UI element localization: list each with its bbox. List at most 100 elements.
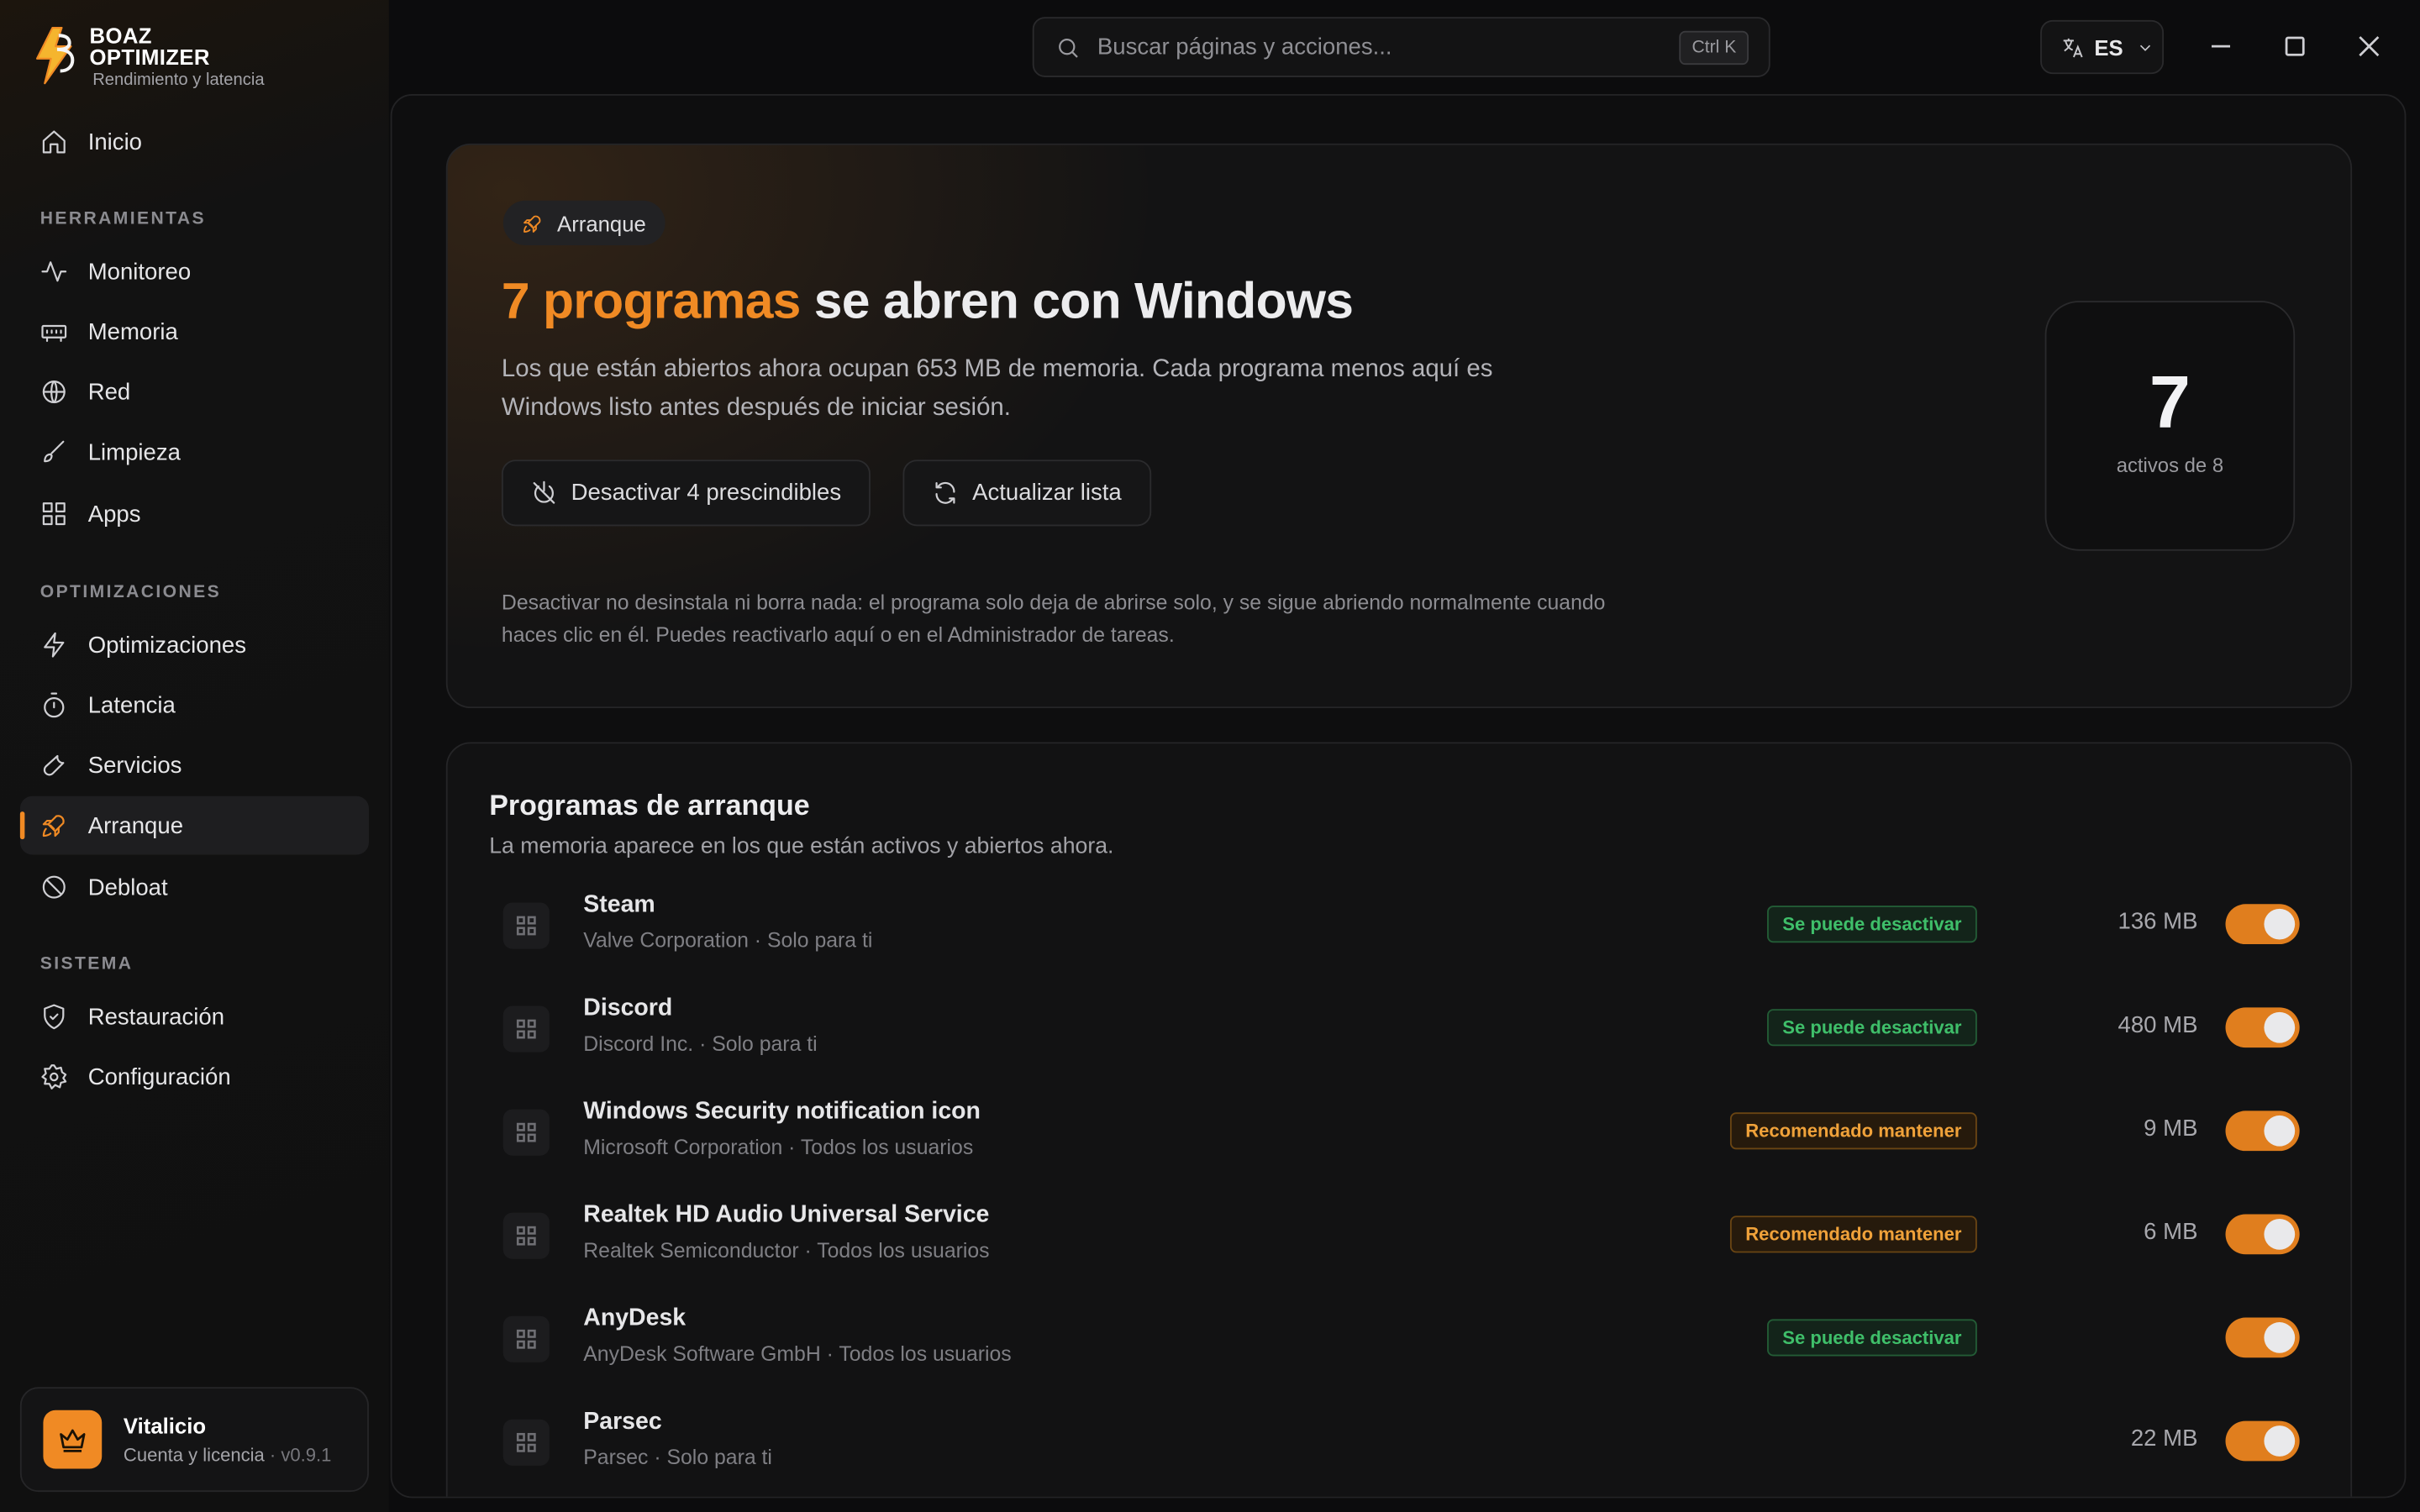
- startup-toggle[interactable]: [2225, 1420, 2300, 1462]
- program-name: Realtek HD Audio Universal Service: [583, 1201, 990, 1229]
- app-placeholder-icon: [502, 1212, 550, 1259]
- account-card[interactable]: Vitalicio Cuenta y licencia · v0.9.1: [19, 1387, 369, 1493]
- startup-programs-list: Programas de arranque La memoria aparece…: [445, 742, 2353, 1497]
- search-input[interactable]: Buscar páginas y acciones...: [1097, 34, 1392, 60]
- sidebar-item-latencia[interactable]: Latencia: [20, 675, 369, 734]
- headline-count: 7 programas: [501, 271, 801, 329]
- table-row: Windows Security notification icon Micros…: [502, 1098, 2300, 1191]
- startup-toggle[interactable]: [2225, 1214, 2300, 1255]
- brand-name-line1: BOAZ: [89, 23, 152, 48]
- memory-usage: 480 MB: [2118, 1011, 2198, 1039]
- sidebar-item-label: Optimizaciones: [87, 632, 247, 659]
- app-placeholder-icon: [502, 1315, 550, 1362]
- app-version: · v0.9.1: [269, 1444, 332, 1466]
- account-plan: Vitalicio: [123, 1413, 207, 1438]
- table-row: Parsec Parsec · Solo para ti 22 MB: [502, 1408, 2300, 1497]
- section-optimizaciones: OPTIMIZACIONES: [39, 583, 222, 602]
- program-publisher: Realtek Semiconductor · Todos los usuari…: [583, 1238, 990, 1263]
- sidebar-item-configuracion[interactable]: Configuración: [20, 1047, 369, 1106]
- brand-name-line2: OPTIMIZER: [89, 45, 210, 70]
- language-code: ES: [2094, 34, 2123, 60]
- minimize-icon: [2211, 45, 2231, 48]
- language-selector[interactable]: ES: [2040, 19, 2165, 75]
- sidebar-item-label: Red: [87, 378, 131, 406]
- list-title: Programas de arranque: [489, 788, 810, 822]
- page-pill-label: Arranque: [557, 210, 646, 236]
- active-count-card: 7 activos de 8: [2044, 301, 2296, 551]
- memory-usage: 6 MB: [2144, 1218, 2198, 1246]
- sidebar-item-inicio[interactable]: Inicio: [20, 113, 369, 171]
- sidebar-item-apps[interactable]: Apps: [20, 485, 369, 543]
- program-name: Windows Security notification icon: [583, 1098, 981, 1125]
- maximize-button[interactable]: [2280, 31, 2311, 62]
- program-name: Steam: [583, 891, 655, 918]
- sidebar-item-monitoreo[interactable]: Monitoreo: [20, 242, 369, 301]
- sidebar-item-limpieza[interactable]: Limpieza: [20, 423, 369, 481]
- shortcut-hint: Ctrl K: [1679, 30, 1749, 66]
- power-off-icon: [533, 480, 555, 504]
- recommendation-badge: Se puede desactivar: [1766, 1009, 1977, 1047]
- sidebar-item-debloat[interactable]: Debloat: [20, 858, 369, 916]
- section-herramientas: HERRAMIENTAS: [39, 209, 206, 228]
- account-subtitle: Cuenta y licencia: [123, 1444, 265, 1466]
- table-row: AnyDesk AnyDesk Software GmbH · Todos los…: [502, 1305, 2300, 1398]
- page-title: 7 programas se abren con Windows: [501, 271, 1354, 330]
- apps-grid-icon: [42, 502, 66, 526]
- refresh-list-button[interactable]: Actualizar lista: [902, 459, 1151, 527]
- maximize-icon: [2285, 36, 2305, 56]
- close-icon: [2359, 36, 2380, 57]
- memory-icon: [41, 324, 67, 343]
- gear-icon: [41, 1064, 67, 1089]
- program-name: Parsec: [583, 1408, 662, 1436]
- sidebar-item-label: Restauración: [87, 1003, 225, 1030]
- sidebar-item-label: Latencia: [87, 691, 176, 718]
- memory-usage: 9 MB: [2144, 1115, 2198, 1142]
- sidebar-item-label: Debloat: [87, 874, 168, 900]
- rocket-icon: [523, 214, 541, 232]
- close-button[interactable]: [2354, 31, 2385, 62]
- main-panel: Arranque 7 programas se abren con Window…: [390, 94, 2407, 1499]
- program-publisher: Microsoft Corporation · Todos los usuari…: [583, 1135, 974, 1159]
- shield-check-icon: [44, 1004, 65, 1030]
- minimize-button[interactable]: [2206, 31, 2237, 62]
- sidebar-item-label: Servicios: [87, 752, 182, 779]
- hero-description: Los que están abiertos ahora ocupan 653 …: [501, 356, 1493, 422]
- sidebar-item-arranque[interactable]: Arranque: [19, 795, 369, 855]
- brand: BOAZ OPTIMIZER Rendimiento y latencia: [31, 23, 265, 90]
- app-window: BOAZ OPTIMIZER Rendimiento y latencia In…: [0, 0, 2420, 1512]
- sidebar: BOAZ OPTIMIZER Rendimiento y latencia In…: [0, 0, 389, 1512]
- sidebar-item-red[interactable]: Red: [20, 363, 369, 422]
- sidebar-item-memoria[interactable]: Memoria: [20, 302, 369, 361]
- table-row: Steam Valve Corporation · Solo para ti Se …: [502, 891, 2300, 984]
- program-name: Discord: [583, 995, 673, 1021]
- search-bar[interactable]: Buscar páginas y acciones... Ctrl K: [1032, 17, 1770, 77]
- refresh-list-label: Actualizar lista: [972, 480, 1122, 507]
- sidebar-item-servicios[interactable]: Servicios: [20, 736, 369, 795]
- sidebar-item-optimizaciones[interactable]: Optimizaciones: [20, 616, 369, 675]
- startup-toggle[interactable]: [2225, 1317, 2300, 1358]
- brush-icon: [44, 440, 65, 463]
- sidebar-item-label: Configuración: [87, 1063, 231, 1090]
- logo-icon: [35, 26, 75, 85]
- active-count-value: 7: [2149, 362, 2191, 444]
- sidebar-item-label: Memoria: [87, 318, 178, 345]
- recommendation-badge: Recomendado mantener: [1729, 1215, 1977, 1253]
- startup-toggle[interactable]: [2225, 1110, 2300, 1152]
- program-name: AnyDesk: [583, 1305, 687, 1332]
- sidebar-item-label: Monitoreo: [87, 258, 192, 285]
- active-count-label: activos de 8: [2116, 453, 2224, 477]
- rocket-icon: [42, 815, 65, 837]
- program-publisher: Parsec · Solo para ti: [583, 1445, 772, 1469]
- sidebar-item-restauracion[interactable]: Restauración: [20, 987, 369, 1046]
- search-icon: [1059, 38, 1078, 57]
- disable-unneeded-label: Desactivar 4 prescindibles: [571, 480, 842, 507]
- startup-toggle[interactable]: [2225, 904, 2300, 945]
- disable-unneeded-button[interactable]: Desactivar 4 prescindibles: [501, 459, 871, 527]
- program-publisher: AnyDesk Software GmbH · Todos los usuari…: [583, 1341, 1012, 1366]
- activity-icon: [41, 261, 67, 282]
- ban-icon: [42, 875, 66, 899]
- memory-usage: 22 MB: [2130, 1425, 2198, 1452]
- crown-icon: [60, 1429, 86, 1452]
- memory-usage: 136 MB: [2118, 908, 2198, 936]
- startup-toggle[interactable]: [2225, 1007, 2300, 1048]
